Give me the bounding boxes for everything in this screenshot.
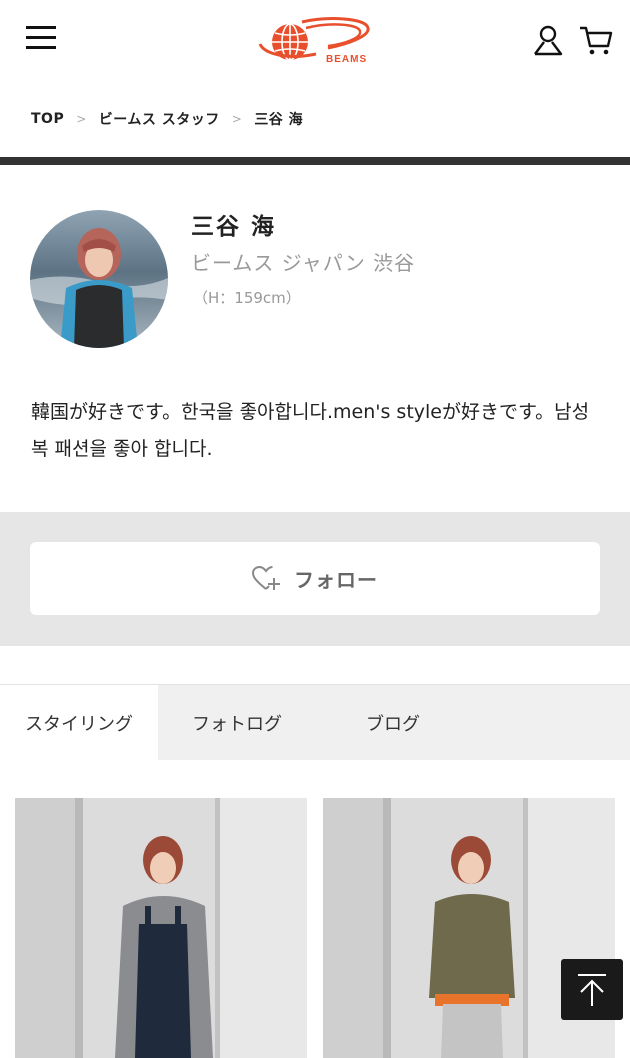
user-icon[interactable] xyxy=(532,24,564,56)
beams-logo[interactable]: BEAMS xyxy=(258,14,372,66)
staff-shop[interactable]: ビームス ジャパン 渋谷 xyxy=(191,247,415,276)
follow-button[interactable]: フォロー xyxy=(30,542,600,615)
cart-icon[interactable] xyxy=(578,24,614,56)
tab-photolog[interactable]: フォトログ xyxy=(158,685,316,761)
staff-avatar xyxy=(30,210,168,348)
page-top-button[interactable] xyxy=(561,959,623,1020)
heart-plus-icon xyxy=(252,565,280,590)
follow-label: フォロー xyxy=(294,568,378,592)
tab-styling[interactable]: スタイリング xyxy=(0,685,158,761)
section-divider xyxy=(0,157,630,165)
tab-blog[interactable]: ブログ xyxy=(316,685,470,761)
breadcrumb-staff[interactable]: ビームス スタッフ xyxy=(99,109,220,129)
logo-text: BEAMS xyxy=(326,54,367,65)
staff-name: 三谷 海 xyxy=(191,214,277,240)
breadcrumb-current: 三谷 海 xyxy=(254,112,304,128)
site-header: BEAMS xyxy=(0,0,630,80)
styling-photo[interactable] xyxy=(15,798,307,1058)
arrow-up-icon xyxy=(578,974,606,1006)
breadcrumb-top[interactable]: TOP xyxy=(31,111,64,127)
staff-bio: 韓国が好きです。한국을 좋아합니다.men's styleが好きです。남성복 패… xyxy=(31,401,590,460)
staff-height: （H：159cm） xyxy=(193,289,301,307)
follow-section: フォロー xyxy=(0,512,630,646)
content-tabs: スタイリング フォトログ ブログ xyxy=(0,684,630,761)
breadcrumb: TOP > ビームス スタッフ > 三谷 海 xyxy=(31,108,303,130)
hamburger-icon[interactable] xyxy=(26,26,58,54)
breadcrumb-separator: > xyxy=(231,112,243,126)
breadcrumb-separator: > xyxy=(76,112,87,126)
